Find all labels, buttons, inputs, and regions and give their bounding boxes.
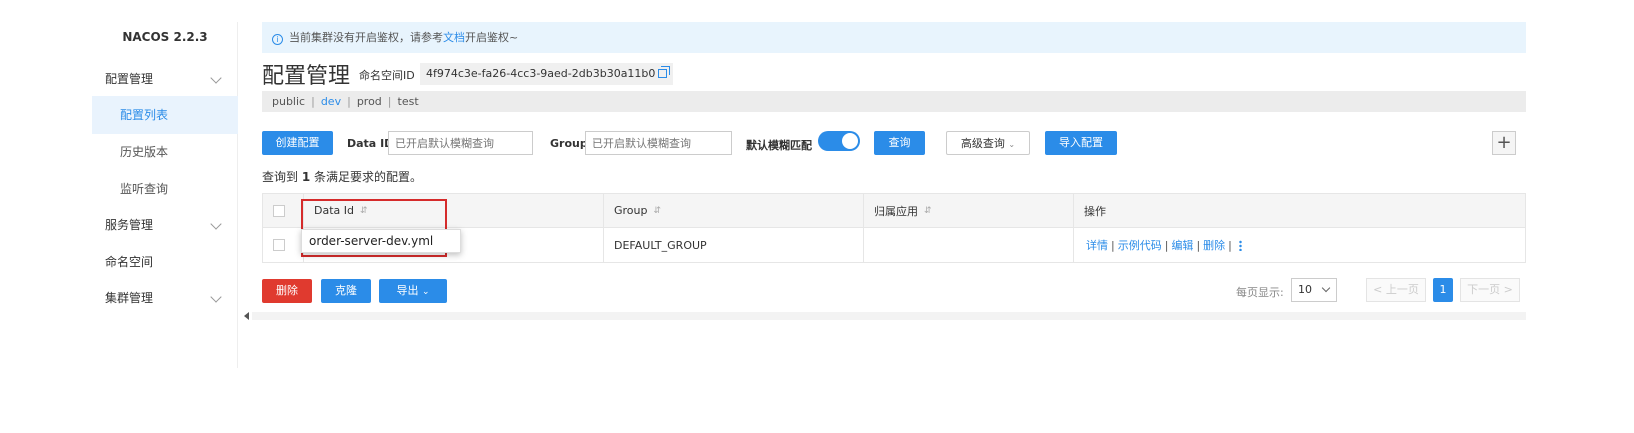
- sidebar-item-config-list[interactable]: 配置列表: [92, 96, 238, 134]
- sidebar-item-cluster-management[interactable]: 集群管理: [92, 279, 238, 317]
- dataid-tooltip: order-server-dev.yml: [301, 229, 461, 253]
- notice-text: 当前集群没有开启鉴权，请参考: [289, 31, 443, 44]
- sidebar-item-config-management[interactable]: 配置管理: [92, 60, 238, 98]
- page-size-label: 每页显示:: [1236, 286, 1284, 299]
- batch-delete-button[interactable]: 删除: [262, 279, 312, 303]
- collapse-sidebar-icon[interactable]: [244, 312, 249, 320]
- sidebar-item-label: 集群管理: [105, 291, 154, 305]
- copy-icon[interactable]: [658, 66, 671, 78]
- separator: |: [1196, 238, 1201, 252]
- group-label: Group: [550, 137, 588, 150]
- sidebar-item-history[interactable]: 历史版本: [92, 133, 238, 171]
- sort-icon[interactable]: ⇵: [924, 206, 932, 216]
- page-title: 配置管理: [262, 64, 351, 89]
- edit-link[interactable]: 编辑: [1171, 237, 1193, 253]
- create-config-button[interactable]: 创建配置: [262, 131, 333, 155]
- sidebar-item-label: 监听查询: [120, 182, 169, 196]
- sample-code-link[interactable]: 示例代码: [1118, 237, 1162, 253]
- separator: |: [1111, 238, 1115, 252]
- namespace-tabs: public | dev | prod | test: [262, 91, 1526, 112]
- separator: |: [347, 95, 351, 108]
- dataid-search-input[interactable]: [388, 131, 533, 155]
- group-search-input[interactable]: [585, 131, 732, 155]
- result-prefix: 查询到: [262, 170, 299, 184]
- namespace-tab-test[interactable]: test: [398, 95, 419, 108]
- result-summary: 查询到 1 条满足要求的配置。: [262, 168, 422, 185]
- clone-button[interactable]: 克隆: [321, 279, 371, 303]
- sidebar-item-label: 服务管理: [105, 218, 154, 232]
- sidebar-item-service-management[interactable]: 服务管理: [92, 206, 238, 244]
- cell-app: [863, 228, 1073, 262]
- query-button[interactable]: 查询: [874, 131, 925, 155]
- auth-notice: i 当前集群没有开启鉴权，请参考文档开启鉴权~: [262, 22, 1526, 53]
- sidebar: NACOS 2.2.3 配置管理 配置列表 历史版本 监听查询 服务管理 命名空…: [92, 22, 238, 368]
- namespace-id-value: 4f974c3e-fa26-4cc3-9aed-2db3b30a11b0: [420, 63, 674, 85]
- sidebar-item-namespace[interactable]: 命名空间: [92, 243, 238, 281]
- row-checkbox[interactable]: [273, 239, 285, 251]
- export-label: 导出: [396, 284, 419, 297]
- notice-suffix: 开启鉴权~: [465, 31, 519, 44]
- detail-link[interactable]: 详情: [1086, 237, 1108, 253]
- namespace-tab-public[interactable]: public: [272, 95, 305, 108]
- import-config-button[interactable]: 导入配置: [1045, 131, 1117, 155]
- separator: |: [1228, 238, 1232, 252]
- advanced-query-button[interactable]: 高级查询 ⌄: [946, 131, 1030, 155]
- result-count: 1: [301, 170, 311, 184]
- prev-page-button[interactable]: < 上一页: [1366, 278, 1426, 302]
- delete-link[interactable]: 删除: [1203, 237, 1225, 253]
- column-header-ops: 操作: [1073, 194, 1525, 227]
- namespace-tab-dev[interactable]: dev: [321, 95, 341, 108]
- column-header-group[interactable]: Group ⇵: [603, 194, 863, 227]
- add-column-button[interactable]: +: [1492, 131, 1516, 155]
- column-header-app[interactable]: 归属应用 ⇵: [863, 194, 1073, 227]
- dataid-label: Data ID: [347, 137, 394, 150]
- advanced-query-label: 高级查询: [960, 137, 1005, 150]
- separator: |: [1164, 238, 1169, 252]
- toggle-knob: [842, 133, 858, 149]
- export-button[interactable]: 导出 ⌄: [379, 279, 447, 303]
- separator: |: [387, 95, 392, 108]
- more-vertical-icon[interactable]: [1238, 239, 1242, 251]
- column-label: 操作: [1084, 204, 1106, 218]
- row-checkbox-cell: [263, 228, 303, 262]
- column-label: 归属应用: [874, 204, 918, 218]
- header-checkbox-cell: [263, 194, 303, 227]
- sidebar-item-label: 历史版本: [120, 145, 169, 159]
- namespace-id-text: 4f974c3e-fa26-4cc3-9aed-2db3b30a11b0: [426, 67, 656, 80]
- brand-title: NACOS 2.2.3: [122, 30, 208, 44]
- next-page-button[interactable]: 下一页 >: [1460, 278, 1520, 302]
- cell-ops: 详情 | 示例代码 | 编辑 | 删除 |: [1073, 228, 1525, 262]
- chevron-down-icon: [210, 218, 222, 230]
- sidebar-item-label: 配置管理: [105, 72, 154, 86]
- info-icon: i: [272, 34, 283, 45]
- page-size-select[interactable]: 10: [1291, 278, 1337, 302]
- namespace-id-label: 命名空间ID: [359, 69, 415, 82]
- namespace-tab-prod[interactable]: prod: [357, 95, 382, 108]
- chevron-down-icon: [210, 72, 222, 84]
- table-header: Data Id ⇵ Group ⇵ 归属应用 ⇵ 操作: [262, 193, 1526, 228]
- fuzzy-match-toggle[interactable]: [818, 131, 860, 151]
- sidebar-item-listener-query[interactable]: 监听查询: [92, 170, 238, 208]
- cell-group: DEFAULT_GROUP: [603, 228, 863, 262]
- current-page-button[interactable]: 1: [1433, 278, 1453, 302]
- select-all-checkbox[interactable]: [273, 204, 285, 217]
- column-label: Group: [614, 204, 648, 217]
- sidebar-item-label: 配置列表: [120, 108, 169, 122]
- separator: |: [311, 95, 315, 108]
- page-size-value: 10: [1298, 283, 1312, 296]
- chevron-down-icon: ⌄: [421, 287, 430, 297]
- chevron-down-icon: [210, 291, 222, 303]
- result-suffix: 条满足要求的配置。: [314, 170, 423, 184]
- notice-doc-link[interactable]: 文档: [443, 31, 465, 44]
- horizontal-scrollbar[interactable]: [252, 312, 1526, 320]
- fuzzy-match-label: 默认模糊匹配: [746, 139, 812, 152]
- sidebar-item-label: 命名空间: [105, 255, 154, 269]
- sort-icon[interactable]: ⇵: [654, 206, 662, 216]
- chevron-down-icon: [1321, 283, 1331, 293]
- chevron-down-icon: ⌄: [1008, 140, 1016, 149]
